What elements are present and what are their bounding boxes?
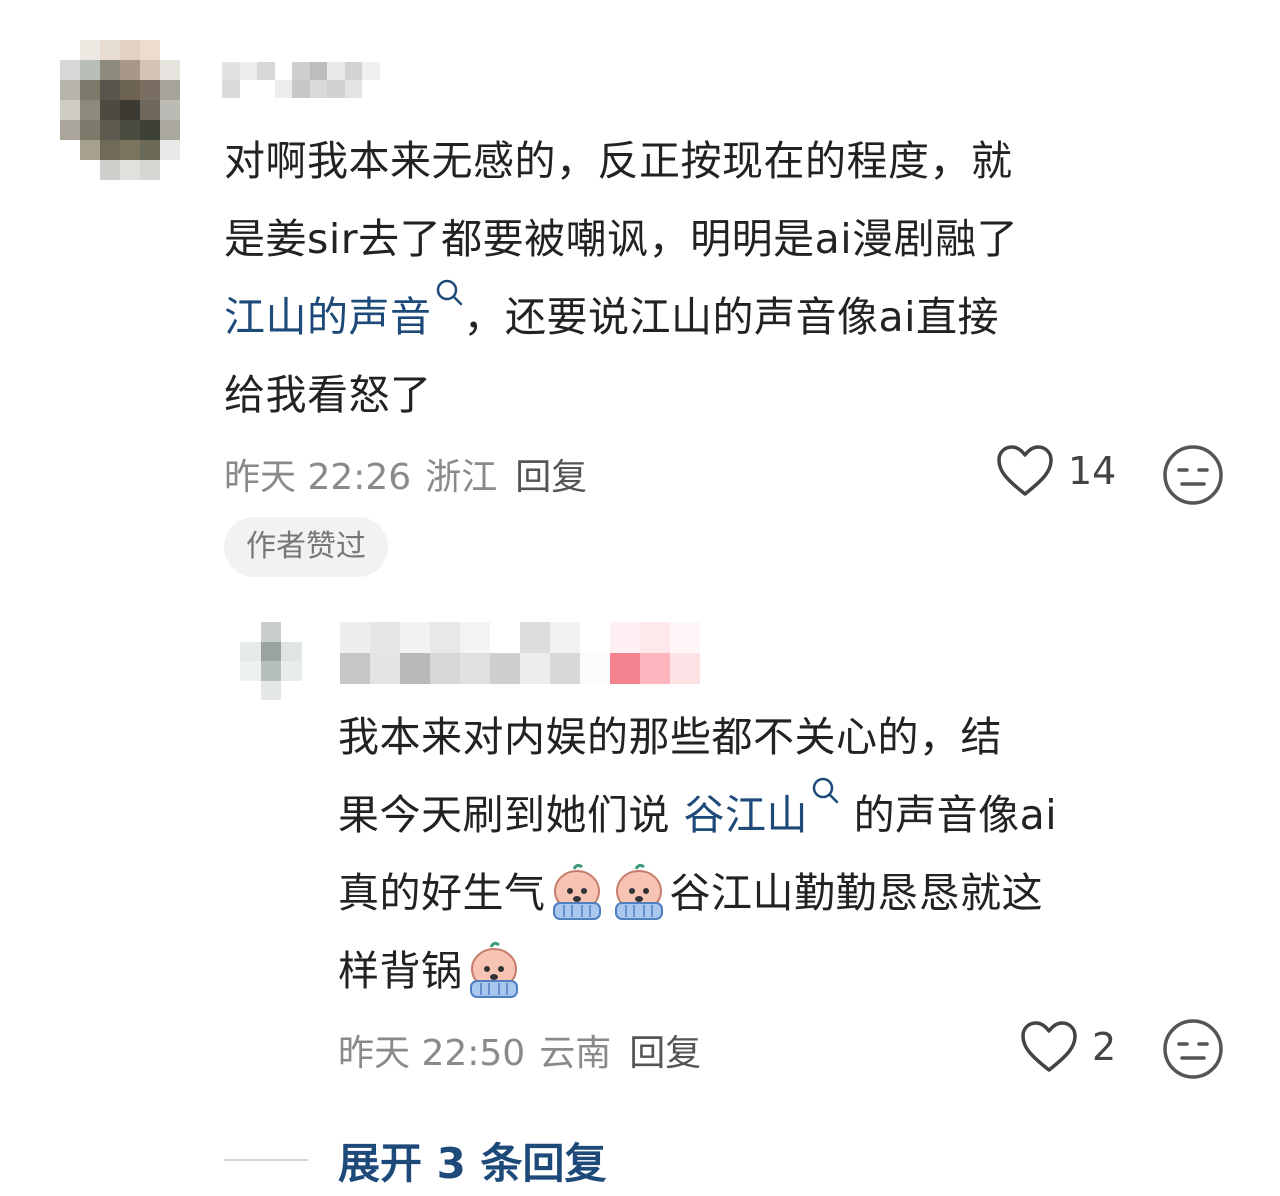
location: 云南: [539, 1033, 612, 1074]
comment-line: 是姜sir去了都要被嘲讽，明明是ai漫剧融了: [224, 215, 1019, 263]
heart-outline-icon: [997, 445, 1053, 496]
neutral-face-icon[interactable]: [1162, 1018, 1224, 1084]
like-button[interactable]: 14: [996, 444, 1116, 498]
author-liked-badge: 作者赞过: [224, 517, 388, 577]
comment-line: 对啊我本来无感的，反正按现在的程度，就: [224, 137, 1013, 185]
comment-segment: 果今天刷到她们说: [338, 791, 684, 839]
timestamp: 昨天 22:50: [338, 1033, 526, 1074]
neutral-face-icon[interactable]: [1162, 444, 1224, 510]
reply-button[interactable]: 回复: [515, 457, 587, 498]
crying-sticker-icon: [463, 939, 525, 1001]
username[interactable]: [222, 62, 380, 98]
reply-button[interactable]: 回复: [629, 1033, 701, 1074]
comment-line: 江山的声音 ，还要说江山的声音像ai直接: [224, 278, 1224, 356]
comment-line: 果今天刷到她们说 谷江山 的声音像ai: [338, 776, 1218, 854]
timestamp: 昨天 22:26: [224, 457, 412, 498]
comment-meta: 昨天 22:50 云南 回复: [338, 1024, 715, 1076]
comment-meta: 昨天 22:26 浙江 回复: [224, 448, 601, 500]
avatar[interactable]: [240, 622, 302, 700]
comment-text: 我本来对内娱的那些都不关心的，结 果今天刷到她们说 谷江山 的声音像ai 真的好…: [338, 698, 1218, 1010]
like-count: 2: [1092, 1025, 1117, 1069]
location: 浙江: [425, 457, 498, 498]
comment-segment: ，还要说江山的声音像ai直接: [463, 293, 1000, 341]
search-icon[interactable]: [434, 278, 464, 318]
crying-sticker-icon: [546, 861, 608, 923]
heart-outline-icon: [1021, 1021, 1077, 1072]
expand-replies-button[interactable]: 展开 3 条回复: [338, 1130, 606, 1191]
username[interactable]: [340, 622, 700, 684]
comment-segment: 样背锅: [338, 947, 463, 995]
comment-segment: 真的好生气: [338, 869, 546, 917]
comment-segment: 的声音像ai: [840, 791, 1058, 839]
topic-link[interactable]: 江山的声音: [224, 293, 432, 341]
comment-line: 真的好生气 谷江山勤勤恳恳就这: [338, 854, 1218, 932]
expand-divider: [224, 1159, 308, 1161]
comment-text: 对啊我本来无感的，反正按现在的程度，就 是姜sir去了都要被嘲讽，明明是ai漫剧…: [224, 122, 1224, 434]
like-count: 14: [1068, 449, 1117, 493]
search-icon[interactable]: [810, 776, 840, 816]
crying-sticker-icon: [608, 861, 670, 923]
comment-line: 样背锅: [338, 932, 1218, 1010]
avatar[interactable]: [60, 40, 180, 180]
like-button[interactable]: 2: [1020, 1020, 1116, 1074]
comment-line: 我本来对内娱的那些都不关心的，结: [338, 713, 1002, 761]
comment-line: 给我看怒了: [224, 371, 432, 419]
comment-segment: 谷江山勤勤恳恳就这: [669, 869, 1043, 917]
topic-link[interactable]: 谷江山: [684, 791, 809, 839]
